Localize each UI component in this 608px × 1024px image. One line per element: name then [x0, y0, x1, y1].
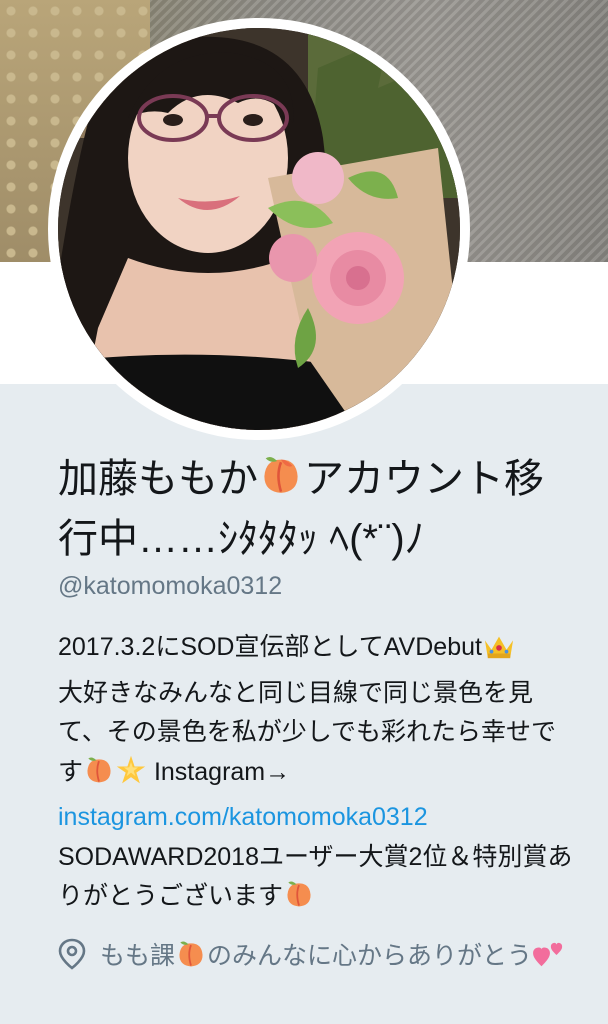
screen-name: @katomomoka0312 — [58, 572, 283, 600]
bio-line4: SODAWARD2018ユーザー大賞2位＆特別賞ありがとうございます — [58, 842, 573, 911]
location-part1: もも課 — [100, 942, 176, 970]
peach-icon — [283, 878, 315, 923]
peach-icon — [83, 754, 115, 799]
profile-location: もも課 のみんなに心からありがとう — [58, 936, 578, 982]
bio-line3: Instagram→ — [147, 757, 291, 786]
avatar-photo — [58, 28, 460, 430]
peach-icon — [258, 452, 304, 512]
profile-page: 加藤ももか アカウント移行中……ｼﾀﾀﾀｯ ﾍ(*¨)ﾉ @katomomoka0… — [0, 0, 608, 1024]
bio-line1: 2017.3.2にSOD宣伝部としてAVDebut — [58, 633, 482, 661]
two-hearts-icon — [532, 940, 566, 982]
profile-bio: 2017.3.2にSOD宣伝部としてAVDebut 大好きなみんなと同じ目線で同… — [58, 628, 578, 923]
avatar[interactable] — [48, 18, 470, 440]
glowing-star-icon — [115, 754, 147, 799]
location-pin-icon — [58, 938, 86, 970]
display-name: 加藤ももか アカウント移行中……ｼﾀﾀﾀｯ ﾍ(*¨)ﾉ — [58, 452, 568, 566]
crown-icon — [482, 631, 516, 674]
instagram-link[interactable]: instagram.com/katomomoka0312 — [58, 803, 428, 831]
display-name-part1: 加藤ももか — [58, 457, 258, 501]
location-part2: のみんなに心からありがとう — [207, 942, 533, 970]
peach-icon — [175, 938, 207, 982]
